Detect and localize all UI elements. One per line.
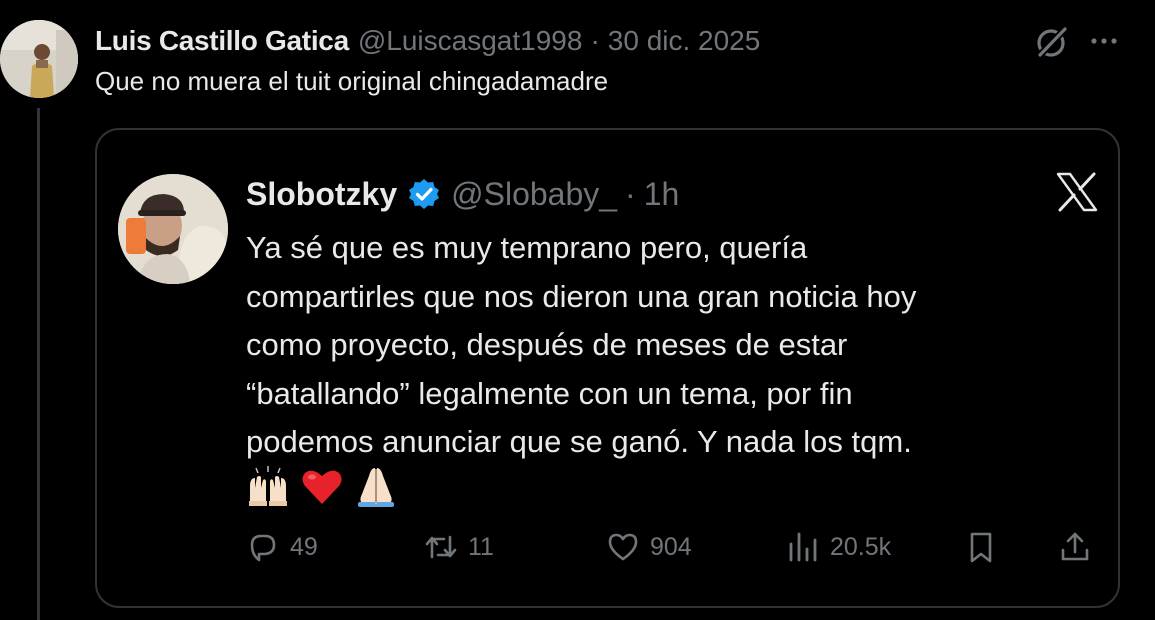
like-icon <box>608 533 638 561</box>
reply-icon <box>250 534 276 562</box>
like-count: 904 <box>650 532 692 561</box>
tweet-actions-bar: 49 11 904 20.5k <box>246 525 1096 569</box>
repost-count: 11 <box>468 532 494 561</box>
tweet-text-line: Ya sé que es muy temprano pero, quería <box>246 230 808 265</box>
quoted-author-avatar[interactable] <box>118 174 228 284</box>
views-icon <box>789 532 817 562</box>
quoted-author-name[interactable]: Slobotzky <box>246 176 397 213</box>
grok-icon[interactable] <box>1032 22 1072 62</box>
red-heart-emoji <box>302 470 342 504</box>
share-icon <box>1061 532 1089 561</box>
tweet-text-line: podemos anunciar que se ganó. Y nada los… <box>246 424 912 459</box>
repost-button[interactable]: 11 <box>424 525 494 569</box>
views-button[interactable]: 20.5k <box>786 525 891 569</box>
bookmark-button[interactable] <box>964 525 998 569</box>
more-icon[interactable] <box>1086 26 1122 56</box>
separator-dot: · <box>625 175 636 212</box>
share-button[interactable] <box>1058 525 1092 569</box>
emoji-row <box>246 462 398 510</box>
like-button[interactable]: 904 <box>606 525 692 569</box>
outer-tweet-header: Luis Castillo Gatica @Luiscasgat1998 · 3… <box>95 24 760 58</box>
avatar-photo <box>0 20 78 98</box>
tweet-text-line: compartirles que nos dieron una gran not… <box>246 278 917 314</box>
separator-dot: · <box>590 25 600 56</box>
quoted-author-handle[interactable]: @Slobaby_ <box>451 176 617 213</box>
outer-tweet-text: Que no muera el tuit original chingadama… <box>95 66 609 96</box>
views-count: 20.5k <box>830 532 892 561</box>
tweet-text-line: “batallando” legalmente con un tema, por… <box>246 375 853 411</box>
repost-icon <box>425 535 457 559</box>
outer-author-name[interactable]: Luis Castillo Gatica <box>95 25 349 57</box>
quoted-tweet-header: Slobotzky @Slobaby_ · 1h <box>246 172 679 216</box>
tweet-text-line: como proyecto, después de meses de estar <box>246 327 848 362</box>
folded-hands-emoji <box>358 468 394 507</box>
x-logo-icon <box>1056 172 1098 212</box>
outer-author-avatar[interactable] <box>0 20 78 98</box>
quoted-tweet-time[interactable]: 1h <box>644 176 680 213</box>
raising-hands-emoji <box>249 466 287 506</box>
reply-count: 49 <box>290 532 318 561</box>
quoted-tweet-text: Ya sé que es muy temprano pero, quería c… <box>246 224 1096 467</box>
bookmark-icon <box>970 532 992 563</box>
tweet-page: Luis Castillo Gatica @Luiscasgat1998 · 3… <box>0 0 1155 620</box>
reply-button[interactable]: 49 <box>246 525 318 569</box>
avatar-photo <box>118 174 228 284</box>
outer-author-handle[interactable]: @Luiscasgat1998 <box>358 25 583 57</box>
outer-tweet-date[interactable]: 30 dic. 2025 <box>608 25 761 57</box>
thread-line <box>37 108 40 620</box>
verified-badge-icon <box>409 179 440 209</box>
